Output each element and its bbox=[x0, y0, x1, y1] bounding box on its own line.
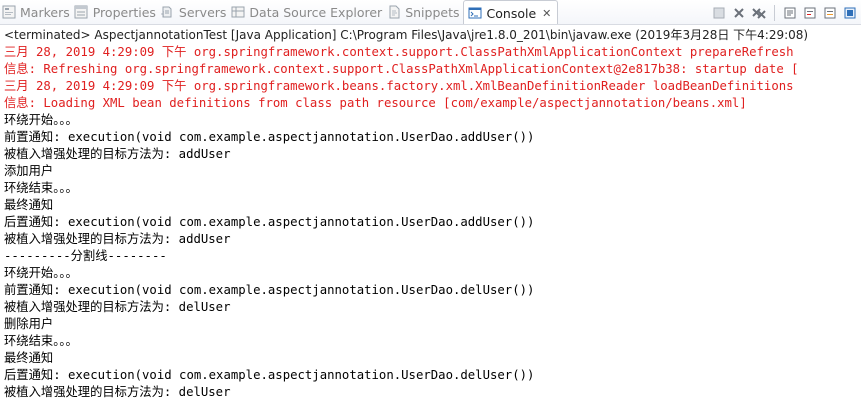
console-line-stderr: 信息: Loading XML bean definitions from cl… bbox=[4, 96, 747, 110]
view-tab-bar: Markers Properties Servers Data Source E… bbox=[0, 0, 861, 25]
console-line: 最终通知 bbox=[4, 351, 54, 365]
console-line: 被植入增强处理的目标方法为: addUser bbox=[4, 147, 231, 161]
tab-label: Console bbox=[486, 5, 537, 21]
tab-label: Data Source Explorer bbox=[249, 4, 383, 20]
console-line: ---------分割线-------- bbox=[4, 249, 167, 263]
show-console-on-output-icon[interactable] bbox=[801, 4, 819, 22]
console-line: 前置通知: execution(void com.example.aspectj… bbox=[4, 283, 535, 297]
console-line: 最终通知 bbox=[4, 198, 54, 212]
snippets-icon bbox=[386, 5, 401, 20]
remove-launch-icon[interactable] bbox=[730, 4, 748, 22]
toolbar-separator bbox=[774, 4, 775, 21]
tab-markers[interactable]: Markers bbox=[0, 0, 73, 24]
console-line: 环绕结束。。。 bbox=[4, 334, 78, 348]
remove-all-terminated-icon[interactable] bbox=[750, 4, 768, 22]
console-line: 环绕开始。。。 bbox=[4, 113, 78, 127]
console-output[interactable]: 三月 28, 2019 4:29:09 下午 org.springframewo… bbox=[0, 44, 861, 407]
console-line: 被植入增强处理的目标方法为: delUser bbox=[4, 385, 231, 399]
console-line-stderr: 信息: Refreshing org.springframework.conte… bbox=[4, 62, 799, 76]
pin-console-icon[interactable] bbox=[841, 4, 859, 22]
close-icon[interactable]: ✕ bbox=[542, 7, 551, 20]
tab-label: Snippets bbox=[405, 4, 460, 20]
console-line-stderr: 三月 28, 2019 4:29:09 下午 org.springframewo… bbox=[4, 45, 794, 59]
servers-icon bbox=[160, 5, 175, 20]
console-line: 被植入增强处理的目标方法为: addUser bbox=[4, 232, 231, 246]
console-icon bbox=[468, 6, 483, 21]
console-line: 被植入增强处理的目标方法为: delUser bbox=[4, 300, 231, 314]
display-selected-console-icon[interactable] bbox=[821, 4, 839, 22]
tab-snippets[interactable]: Snippets bbox=[385, 0, 462, 24]
tab-console[interactable]: Console ✕ bbox=[462, 0, 559, 24]
console-line: 后置通知: execution(void com.example.aspectj… bbox=[4, 368, 535, 382]
data-source-explorer-icon bbox=[230, 5, 245, 20]
console-line: 添加用户 bbox=[4, 164, 54, 178]
tab-properties[interactable]: Properties bbox=[73, 0, 159, 24]
markers-icon bbox=[1, 5, 16, 20]
tab-label: Markers bbox=[20, 4, 70, 20]
tab-label: Servers bbox=[178, 4, 227, 20]
console-view: Markers Properties Servers Data Source E… bbox=[0, 0, 861, 407]
properties-icon bbox=[74, 5, 89, 20]
tab-data-source-explorer[interactable]: Data Source Explorer bbox=[229, 0, 385, 24]
tab-servers[interactable]: Servers bbox=[159, 0, 230, 24]
console-line: 删除用户 bbox=[4, 317, 54, 331]
console-toolbar bbox=[710, 1, 861, 24]
console-line: 前置通知: execution(void com.example.aspectj… bbox=[4, 130, 535, 144]
console-line: 环绕开始。。。 bbox=[4, 266, 78, 280]
console-line: 环绕结束。。。 bbox=[4, 181, 78, 195]
console-line-stderr: 三月 28, 2019 4:29:09 下午 org.springframewo… bbox=[4, 79, 794, 93]
console-line: 后置通知: execution(void com.example.aspectj… bbox=[4, 215, 535, 229]
process-status-line: <terminated> AspectjannotationTest [Java… bbox=[4, 28, 809, 42]
tab-label: Properties bbox=[92, 4, 156, 20]
scroll-lock-icon[interactable] bbox=[781, 4, 799, 22]
terminate-icon[interactable] bbox=[710, 4, 728, 22]
